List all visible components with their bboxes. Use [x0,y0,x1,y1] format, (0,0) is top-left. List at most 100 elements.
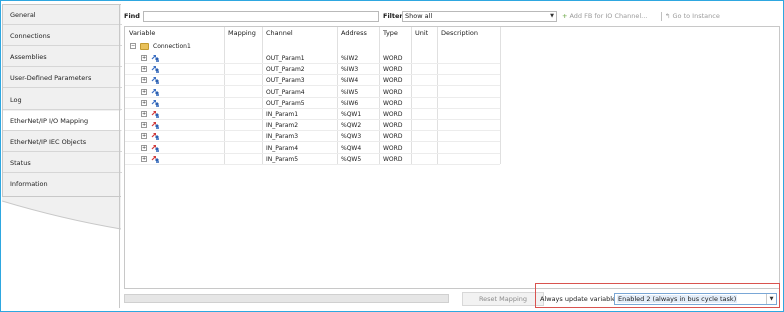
expand-icon[interactable]: + [141,111,147,117]
sidebar-item-label: EtherNet/IP IEC Objects [10,138,87,146]
cell-description[interactable] [438,143,441,154]
plus-icon: + [562,12,568,20]
cell-mapping[interactable] [225,75,228,86]
cell-mapping[interactable] [225,98,228,109]
expand-icon[interactable]: + [141,55,147,61]
cell-unit[interactable] [412,53,415,64]
cell-mapping[interactable] [225,109,228,120]
column-header-address[interactable]: Address [338,27,367,40]
cell-channel: IN_Param2 [266,122,299,130]
find-input[interactable] [143,11,379,22]
sidebar-item-assemblies[interactable]: Assemblies [3,47,122,67]
chevron-down-icon: ▼ [550,13,554,19]
add-fb-button[interactable]: + Add FB for IO Channel... [562,11,647,22]
expand-icon[interactable]: + [141,66,147,73]
column-divider [500,27,501,164]
cell-mapping[interactable] [225,64,228,75]
cell-type: WORD [383,144,403,152]
always-update-select[interactable]: Enabled 2 (always in bus cycle task) ▼ [614,293,777,305]
expand-icon[interactable]: + [141,99,147,106]
sidebar-item-label: Log [10,96,22,104]
cell-mapping[interactable] [225,87,228,98]
expand-icon[interactable]: + [141,144,147,151]
cell-mapping[interactable] [225,143,228,154]
bottom-bar: Reset Mapping Always update variables En… [124,283,780,309]
sidebar-item-connections[interactable]: Connections [3,26,122,46]
cell-unit[interactable] [412,143,415,154]
always-update-value: Enabled 2 (always in bus cycle task) [617,295,738,303]
expand-icon[interactable]: + [141,133,147,140]
group-row-connection[interactable]: − Connection1 [125,41,500,52]
cell-mapping[interactable] [225,131,228,142]
cell-unit[interactable] [412,109,415,120]
filter-dropdown[interactable]: Show all ▼ [402,11,557,22]
table-row[interactable]: + IN_Param1 %QW1 WORD [125,109,500,120]
cell-channel: OUT_Param3 [266,77,305,85]
cell-address: %IW4 [341,77,359,85]
horizontal-scrollbar[interactable] [124,294,449,303]
column-header-type[interactable]: Type [380,27,398,40]
sidebar-item-label: Status [10,159,31,167]
column-header-unit[interactable]: Unit [412,27,428,40]
cell-description[interactable] [438,87,441,98]
expand-icon[interactable]: + [141,77,147,84]
table-row[interactable]: + IN_Param3 %QW3 WORD [125,131,500,143]
table-row[interactable]: + IN_Param2 %QW2 WORD [125,120,500,132]
sidebar-item-user-defined-parameters[interactable]: User-Defined Parameters [3,68,122,88]
cell-description[interactable] [438,75,441,86]
cell-unit[interactable] [412,75,415,86]
table-row[interactable]: + OUT_Param3 %IW4 WORD [125,75,500,87]
cell-unit[interactable] [412,64,415,75]
cell-description[interactable] [438,98,441,109]
expand-icon[interactable]: + [141,88,147,95]
cell-mapping[interactable] [225,154,228,165]
input-variable-icon [151,99,159,107]
column-header-description[interactable]: Description [438,27,478,40]
cell-type: WORD [383,55,403,62]
collapse-icon[interactable]: − [130,43,136,49]
column-header-variable[interactable]: Variable [126,27,155,40]
group-label: Connection1 [153,43,191,50]
sidebar-item-status[interactable]: Status [3,153,122,173]
table-row[interactable]: + OUT_Param1 %IW2 WORD [125,53,500,64]
sidebar-item-log[interactable]: Log [3,90,122,110]
sidebar-item-general[interactable]: General [3,5,122,25]
output-variable-icon [151,144,159,152]
cell-address: %QW5 [341,155,362,163]
go-to-instance-button[interactable]: ↰ Go to Instance [665,11,720,22]
cell-address: %IW6 [341,99,359,107]
expand-icon[interactable]: + [141,155,147,162]
sidebar: General Connections Assemblies User-Defi… [2,4,122,308]
cell-channel: OUT_Param5 [266,99,305,107]
cell-description[interactable] [438,53,441,64]
cell-unit[interactable] [412,154,415,165]
cell-unit[interactable] [412,87,415,98]
cell-unit[interactable] [412,98,415,109]
sidebar-item-iec-objects[interactable]: EtherNet/IP IEC Objects [3,132,122,152]
output-variable-icon [151,111,159,118]
cell-description[interactable] [438,131,441,142]
expand-icon[interactable]: + [141,122,147,129]
cell-description[interactable] [438,120,441,131]
table-row[interactable]: + OUT_Param5 %IW6 WORD [125,98,500,109]
sidebar-item-io-mapping[interactable]: EtherNet/IP I/O Mapping [3,111,122,131]
table-row[interactable]: + IN_Param4 %QW4 WORD [125,143,500,154]
reset-mapping-button[interactable]: Reset Mapping [462,292,544,306]
cell-unit[interactable] [412,131,415,142]
table-row[interactable]: + OUT_Param4 %IW5 WORD [125,87,500,98]
cell-mapping[interactable] [225,53,228,64]
table-row[interactable]: + OUT_Param2 %IW3 WORD [125,64,500,76]
column-header-mapping[interactable]: Mapping [225,27,256,40]
cell-description[interactable] [438,154,441,165]
cell-description[interactable] [438,64,441,75]
cell-mapping[interactable] [225,120,228,131]
column-header-channel[interactable]: Channel [263,27,293,40]
cell-address: %QW4 [341,144,362,152]
cell-type: WORD [383,122,403,130]
input-variable-icon [151,77,159,85]
cell-unit[interactable] [412,120,415,131]
sidebar-item-information[interactable]: Information [3,174,122,194]
cell-description[interactable] [438,109,441,120]
table-row[interactable]: + IN_Param5 %QW5 WORD [125,154,500,165]
input-variable-icon [151,88,159,96]
